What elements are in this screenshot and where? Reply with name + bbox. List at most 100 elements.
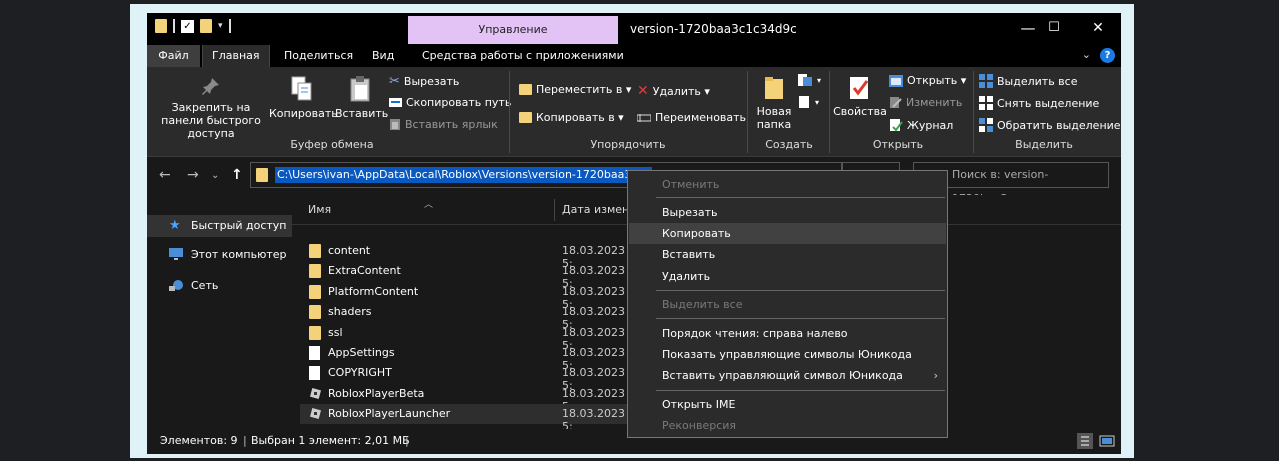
menu-item-open-ime[interactable]: Открыть IME xyxy=(629,394,946,415)
select-all-label: Выделить все xyxy=(997,74,1078,88)
copy-to-button[interactable]: Копировать в ▾ xyxy=(519,111,624,124)
details-view-icon[interactable] xyxy=(1077,433,1093,449)
menu-item-insert-unicode[interactable]: Вставить управляющий символ Юникода › xyxy=(629,365,946,386)
rename-button[interactable]: Переименовать xyxy=(637,111,746,124)
paste-shortcut-label: Вставить ярлык xyxy=(405,118,498,131)
address-path[interactable]: C:\Users\ivan-\AppData\Local\Roblox\Vers… xyxy=(275,167,653,183)
menu-item-copy[interactable]: Копировать xyxy=(629,223,946,244)
delete-label: Удалить ▾ xyxy=(652,84,710,98)
list-item[interactable]: AppSettings 18.03.2023 5: xyxy=(300,343,630,372)
menu-item-cut[interactable]: Вырезать xyxy=(629,202,946,223)
tab-home[interactable]: Главная xyxy=(202,45,270,67)
navigation-pane: ★ Быстрый доступ Этот компьютер Сеть xyxy=(147,195,292,429)
nav-item-label: Быстрый доступ xyxy=(191,219,287,232)
back-arrow-icon[interactable]: ← xyxy=(159,167,171,183)
close-button[interactable]: ✕ xyxy=(1075,13,1121,45)
list-item[interactable]: PlatformContent 18.03.2023 5: xyxy=(300,282,630,311)
new-folder-icon xyxy=(765,77,783,99)
copy-to-icon xyxy=(519,112,532,123)
new-item-icon xyxy=(798,74,812,86)
nav-item-label: Этот компьютер xyxy=(191,248,287,261)
edit-button[interactable]: Изменить xyxy=(889,96,962,109)
menu-item-select-all[interactable]: Выделить все xyxy=(629,294,946,315)
folder-icon xyxy=(309,326,321,340)
copy-path-button[interactable]: Скопировать путь xyxy=(389,96,511,109)
help-icon[interactable]: ? xyxy=(1100,48,1115,63)
nav-item-network[interactable]: Сеть xyxy=(147,275,292,297)
forward-arrow-icon[interactable]: → xyxy=(187,167,199,183)
status-selection: Выбран 1 элемент: 2,01 МБ xyxy=(251,434,410,447)
invert-selection-icon xyxy=(979,118,993,132)
move-to-button[interactable]: Переместить в ▾ xyxy=(519,83,631,96)
select-none-label: Снять выделение xyxy=(997,96,1100,110)
roblox-app-icon xyxy=(309,407,322,420)
maximize-button[interactable]: ☐ xyxy=(1031,13,1077,45)
list-item[interactable]: ExtraContent 18.03.2023 5: xyxy=(300,261,630,290)
copy-button[interactable]: Копировать xyxy=(269,75,338,120)
menu-item-rtl[interactable]: Порядок чтения: справа налево xyxy=(629,323,946,344)
delete-button[interactable]: ✕ Удалить ▾ xyxy=(637,83,710,99)
window-title: version-1720baa3c1c34d9c xyxy=(630,22,797,36)
select-all-button[interactable]: Выделить все xyxy=(979,74,1077,88)
recent-locations-icon[interactable]: ⌄ xyxy=(211,170,219,181)
properties-qat-icon[interactable]: ✓ xyxy=(181,19,194,33)
list-item[interactable]: RobloxPlayerBeta 18.03.2023 5: xyxy=(300,384,630,413)
star-icon: ★ xyxy=(169,218,181,233)
menu-item-reconversion[interactable]: Реконверсия xyxy=(629,415,946,436)
open-button[interactable]: Открыть ▾ xyxy=(889,74,966,87)
group-label-open: Открыть xyxy=(872,138,924,151)
new-folder-button[interactable]: Новая папка xyxy=(751,75,797,131)
file-icon xyxy=(309,366,320,380)
menu-item-undo[interactable]: Отменить xyxy=(629,174,946,195)
sort-ascending-icon: ︿ xyxy=(424,200,434,210)
cut-button[interactable]: ✂ Вырезать xyxy=(389,74,459,89)
list-item[interactable]: content 18.03.2023 5: xyxy=(300,241,630,270)
up-arrow-icon[interactable]: ↑ xyxy=(231,167,243,183)
invert-selection-button[interactable]: Обратить выделение xyxy=(979,118,1121,132)
paste-label: Вставить xyxy=(335,107,389,120)
folder-icon xyxy=(155,19,167,33)
column-date-header[interactable]: Дата измене xyxy=(562,203,636,216)
chevron-down-icon[interactable]: ⌄ xyxy=(1082,48,1091,61)
list-item[interactable]: shaders 18.03.2023 5: xyxy=(300,302,630,331)
folder-icon xyxy=(309,305,321,319)
file-name: COPYRIGHT xyxy=(328,366,392,379)
menu-separator xyxy=(656,390,945,391)
edit-icon xyxy=(890,97,902,108)
pin-quick-access-button[interactable]: Закрепить на панели быстрого доступа xyxy=(153,75,269,140)
folder-icon xyxy=(256,168,268,182)
edit-label: Изменить xyxy=(906,96,963,109)
paste-button[interactable]: Вставить xyxy=(335,75,389,120)
large-icons-view-icon[interactable] xyxy=(1099,433,1115,449)
new-item-button[interactable]: ▾ xyxy=(797,73,821,87)
invert-selection-label: Обратить выделение xyxy=(997,118,1121,132)
column-name-header[interactable]: Имя xyxy=(308,203,331,216)
pin-label: Закрепить на панели быстрого доступа xyxy=(161,101,261,140)
pin-icon xyxy=(202,78,219,95)
list-item-selected[interactable]: RobloxPlayerLauncher 18.03.2023 5: xyxy=(300,404,630,433)
tab-file[interactable]: Файл xyxy=(147,45,200,67)
folder-icon xyxy=(309,244,321,258)
paste-shortcut-button[interactable]: Вставить ярлык xyxy=(389,118,498,131)
select-none-button[interactable]: Снять выделение xyxy=(979,96,1099,110)
paste-shortcut-icon xyxy=(390,119,400,130)
file-name: RobloxPlayerBeta xyxy=(328,387,425,400)
title-bar: ✓ ▾ Управление version-1720baa3c1c34d9c … xyxy=(147,13,1121,45)
menu-item-delete[interactable]: Удалить xyxy=(629,266,946,287)
new-folder-qat-icon[interactable] xyxy=(200,19,212,33)
customize-qat-icon[interactable]: ▾ xyxy=(218,21,223,31)
tab-share[interactable]: Поделиться xyxy=(275,45,362,67)
list-item[interactable]: ssl 18.03.2023 5: xyxy=(300,323,630,352)
easy-access-button[interactable]: ▾ xyxy=(797,95,819,109)
properties-button[interactable]: Свойства xyxy=(833,75,887,118)
nav-item-this-pc[interactable]: Этот компьютер xyxy=(147,244,292,266)
tab-view[interactable]: Вид xyxy=(363,45,403,67)
menu-item-show-unicode[interactable]: Показать управляющие символы Юникода xyxy=(629,344,946,365)
file-name: ssl xyxy=(328,326,343,339)
history-button[interactable]: Журнал xyxy=(889,118,953,132)
tab-app-tools[interactable]: Средства работы с приложениями xyxy=(413,45,633,67)
nav-item-quick-access[interactable]: ★ Быстрый доступ xyxy=(147,215,292,237)
menu-item-paste[interactable]: Вставить xyxy=(629,244,946,265)
list-item[interactable]: COPYRIGHT 18.03.2023 5: xyxy=(300,363,630,392)
column-separator[interactable] xyxy=(554,199,555,221)
